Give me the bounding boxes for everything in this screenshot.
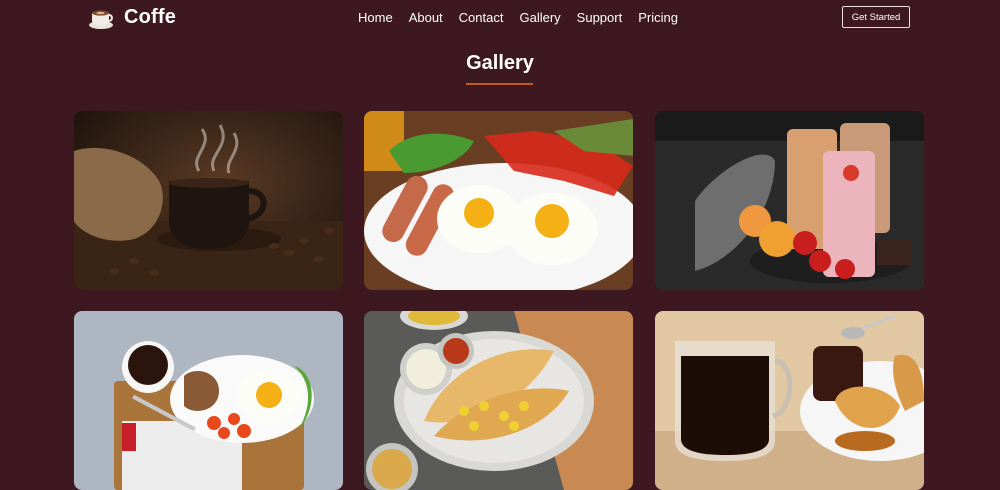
nav-menu: Home About Contact Gallery Support Prici… [358, 10, 694, 25]
gallery-image-coffee-croissant[interactable] [655, 311, 924, 490]
top-navbar: Coffe Home About Contact Gallery Support… [0, 0, 1000, 36]
gallery-image-coffee-cup[interactable] [74, 111, 343, 290]
gallery-title: Gallery [466, 52, 534, 74]
nav-link-home[interactable]: Home [358, 10, 393, 25]
brand[interactable]: Coffe [87, 3, 176, 31]
gallery-image-egg-breakfast[interactable] [364, 111, 633, 290]
get-started-button[interactable]: Get Started [842, 6, 910, 28]
nav-link-support[interactable]: Support [577, 10, 623, 25]
title-underline [466, 83, 533, 85]
nav-link-about[interactable]: About [409, 10, 443, 25]
gallery-image-smoothies[interactable] [655, 111, 924, 290]
gallery-image-breakfast-tray[interactable] [74, 311, 343, 490]
nav-link-pricing[interactable]: Pricing [638, 10, 678, 25]
coffee-cup-logo-icon [87, 3, 115, 31]
gallery-image-dosa[interactable] [364, 311, 633, 490]
nav-link-contact[interactable]: Contact [459, 10, 504, 25]
brand-name: Coffe [124, 5, 177, 28]
nav-link-gallery[interactable]: Gallery [519, 10, 560, 25]
